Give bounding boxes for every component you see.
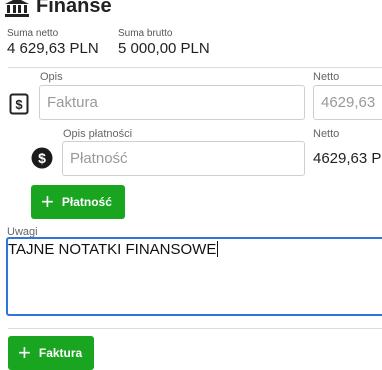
payment-desc-placeholder: Płatność [70, 150, 128, 167]
plus-icon: + [41, 189, 54, 214]
document-dollar-icon: $ [9, 93, 29, 115]
notes-text: TAJNE NOTATKI FINANSOWE [8, 241, 217, 258]
plus-icon-invoice: + [18, 340, 31, 365]
payment-netto-label: Netto [313, 128, 340, 140]
invoice-netto-value: 4629,63 [321, 94, 376, 111]
payment-desc-label: Opis płatności [63, 128, 133, 140]
total-netto-label: Suma netto [7, 28, 59, 39]
invoice-desc-input[interactable]: Faktura [39, 85, 305, 120]
invoice-netto-label: Netto [313, 71, 340, 83]
add-invoice-button[interactable]: + Faktura [8, 336, 94, 370]
invoice-netto-input[interactable]: 4629,63 [313, 85, 382, 120]
bank-icon [5, 0, 29, 17]
total-brutto-value: 5 000,00 PLN [118, 40, 210, 57]
dollar-circle-icon: $ [31, 147, 53, 169]
payment-desc-input[interactable]: Płatność [62, 141, 305, 176]
payment-netto-value: 4629,63 P [313, 150, 382, 167]
text-cursor [217, 241, 219, 257]
section-divider [8, 67, 382, 68]
add-invoice-label: Faktura [38, 346, 83, 360]
section-divider-bottom [8, 328, 382, 329]
invoice-desc-placeholder: Faktura [47, 94, 98, 111]
invoice-desc-label: Opis [40, 71, 63, 83]
svg-text:$: $ [38, 150, 46, 166]
total-brutto-label: Suma brutto [118, 28, 173, 39]
page-title: Finanse [36, 0, 112, 17]
svg-text:$: $ [15, 97, 23, 112]
total-netto-value: 4 629,63 PLN [7, 40, 99, 57]
notes-textarea[interactable]: TAJNE NOTATKI FINANSOWE [6, 237, 382, 316]
add-payment-button[interactable]: + Płatność [31, 185, 125, 219]
add-payment-label: Płatność [61, 195, 112, 209]
